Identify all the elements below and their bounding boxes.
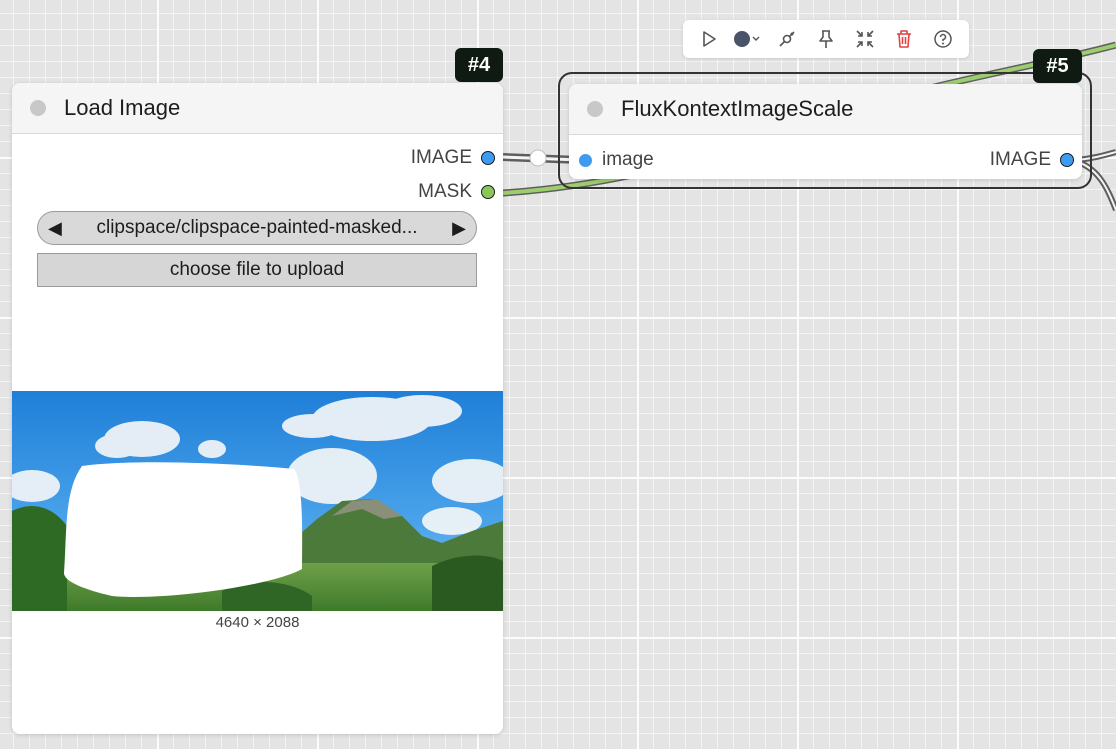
combo-next-arrow[interactable]: ▶ [452,218,466,239]
input-slot-image[interactable]: image [579,149,654,171]
output-slot-image[interactable]: IMAGE [990,149,1074,171]
image-preview [12,391,503,611]
flux-kontext-image-scale-node[interactable]: FluxKontextImageScale image IMAGE [569,84,1082,179]
node-title: Load Image [64,95,181,120]
node-title: FluxKontextImageScale [621,96,854,121]
color-icon[interactable] [733,24,763,54]
pin-icon[interactable] [811,24,841,54]
image-dimensions: 4640 × 2088 [215,614,300,631]
upload-button[interactable]: choose file to upload [37,253,477,287]
run-icon[interactable] [694,24,724,54]
collapse-toggle[interactable] [30,100,46,116]
node-id-badge: #5 [1033,49,1082,83]
output-dot[interactable] [481,151,495,165]
selection-toolbar [683,20,969,58]
input-label: image [602,149,654,170]
output-dot[interactable] [1060,153,1074,167]
load-image-node[interactable]: Load Image IMAGE MASK ◀ clipspace/clipsp… [12,83,503,734]
collapse-icon[interactable] [850,24,880,54]
bypass-icon[interactable] [772,24,802,54]
help-icon[interactable] [928,24,958,54]
combo-prev-arrow[interactable]: ◀ [48,218,62,239]
node-id-badge: #4 [455,48,503,82]
output-slot-mask[interactable]: MASK [418,181,495,203]
output-dot[interactable] [481,185,495,199]
output-slot-image[interactable]: IMAGE [411,147,495,169]
output-label: IMAGE [410,147,472,168]
collapse-toggle[interactable] [587,101,603,117]
combo-value: clipspace/clipspace-painted-masked... [96,217,418,238]
input-dot[interactable] [579,153,592,167]
output-label: IMAGE [989,149,1051,170]
output-label: MASK [418,181,472,202]
image-combo[interactable]: ◀ clipspace/clipspace-painted-masked... … [37,211,477,245]
node-header[interactable]: FluxKontextImageScale [569,84,1082,135]
delete-icon[interactable] [889,24,919,54]
node-header[interactable]: Load Image [12,83,503,134]
